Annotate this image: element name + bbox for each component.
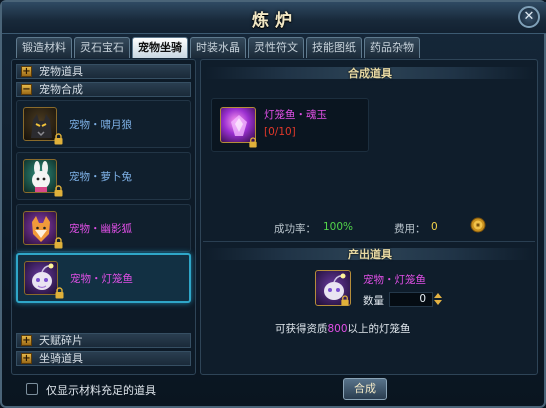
- rabbit-icon: [23, 159, 57, 193]
- output-header: 产出道具: [205, 244, 535, 264]
- tab-forging-materials[interactable]: 锻造材料: [16, 37, 72, 58]
- material-name: 灯笼鱼・魂玉: [264, 109, 327, 121]
- category-mount-items[interactable]: + 坐骑道具: [16, 351, 191, 366]
- output-description: 可获得资质800以上的灯笼鱼: [275, 321, 411, 336]
- desc-value: 800: [327, 323, 348, 335]
- expand-icon[interactable]: +: [21, 66, 32, 77]
- checkbox-label: 仅显示材料充足的道具: [46, 384, 156, 397]
- cost-value: 0: [431, 221, 438, 233]
- tab-pets-mounts[interactable]: 宠物坐骑: [132, 37, 188, 58]
- category-label: 宠物道具: [39, 65, 83, 78]
- success-rate-label: 成功率：: [274, 223, 316, 235]
- pet-name: 宠物・啸月狼: [69, 119, 132, 131]
- lock-icon: [54, 185, 63, 197]
- synthesis-panel: 合成道具 灯笼鱼・魂玉 [0/10] 成功率： 100% 费用： 0 产出道具 …: [200, 59, 538, 375]
- category-label: 天赋碎片: [39, 334, 83, 347]
- wolf-icon: [23, 107, 57, 141]
- synthesis-header: 合成道具: [205, 63, 535, 83]
- desc-suffix: 以上的灯笼鱼: [347, 323, 411, 335]
- cost-label: 费用：: [394, 223, 426, 235]
- desc-prefix: 可获得资质: [275, 323, 328, 335]
- synthesize-button[interactable]: 合成: [343, 378, 387, 400]
- fox-icon: [23, 211, 57, 245]
- tab-fashion-crystals[interactable]: 时装水晶: [190, 37, 246, 58]
- tab-skill-blueprints[interactable]: 技能图纸: [306, 37, 362, 58]
- pet-name: 宠物・灯笼鱼: [70, 273, 133, 285]
- title-bar: 炼炉 ✕: [2, 2, 546, 34]
- expand-icon[interactable]: +: [21, 353, 32, 364]
- tab-potions-misc[interactable]: 药品杂物: [364, 37, 420, 58]
- tab-runes[interactable]: 灵性符文: [248, 37, 304, 58]
- output-item-name: 宠物・灯笼鱼: [363, 274, 426, 286]
- list-item-fox[interactable]: 宠物・幽影狐: [16, 204, 191, 252]
- quantity-label: 数量: [363, 295, 384, 307]
- category-label: 宠物合成: [39, 83, 83, 96]
- quantity-field[interactable]: 0: [389, 292, 433, 307]
- pet-name: 宠物・萝卜兔: [69, 171, 132, 183]
- section-title: 合成道具: [348, 67, 392, 80]
- category-label: 坐骑道具: [39, 352, 83, 365]
- lock-icon: [249, 137, 257, 148]
- category-pet-synthesis[interactable]: − 宠物合成: [16, 82, 191, 97]
- lock-icon: [54, 237, 63, 249]
- window-title: 炼炉: [252, 11, 298, 31]
- category-talent-fragments[interactable]: + 天赋碎片: [16, 333, 191, 348]
- section-title: 产出道具: [348, 248, 392, 261]
- tab-gems[interactable]: 灵石宝石: [74, 37, 130, 58]
- category-pet-items[interactable]: + 宠物道具: [16, 64, 191, 79]
- recipe-list-panel: + 宠物道具 − 宠物合成 宠物・啸月狼 宠物・萝卜兔 宠物・幽影狐 宠物・灯笼…: [11, 59, 196, 375]
- close-icon[interactable]: ✕: [518, 6, 540, 28]
- gold-coin-icon: [470, 217, 486, 233]
- lantern-fish-icon: [24, 261, 58, 295]
- material-slot[interactable]: 灯笼鱼・魂玉 [0/10]: [211, 98, 369, 152]
- success-rate-value: 100%: [323, 221, 354, 233]
- lock-icon: [341, 295, 349, 306]
- show-sufficient-only-checkbox[interactable]: [26, 383, 38, 395]
- lock-icon: [55, 287, 64, 299]
- lock-icon: [54, 133, 63, 145]
- quantity-stepper[interactable]: [433, 292, 443, 306]
- collapse-icon[interactable]: −: [21, 84, 32, 95]
- bottom-bar: 仅显示材料充足的道具 合成: [2, 376, 546, 406]
- furnace-window: 炼炉 ✕ 锻造材料 灵石宝石 宠物坐骑 时装水晶 灵性符文 技能图纸 药品杂物 …: [0, 0, 546, 408]
- material-count: [0/10]: [264, 126, 296, 138]
- pet-name: 宠物・幽影狐: [69, 223, 132, 235]
- expand-icon[interactable]: +: [21, 335, 32, 346]
- divider: [203, 241, 535, 242]
- list-item-wolf[interactable]: 宠物・啸月狼: [16, 100, 191, 148]
- list-item-lantern-fish[interactable]: 宠物・灯笼鱼: [16, 253, 191, 303]
- tab-bar: 锻造材料 灵石宝石 宠物坐骑 时装水晶 灵性符文 技能图纸 药品杂物: [16, 37, 422, 58]
- list-item-rabbit[interactable]: 宠物・萝卜兔: [16, 152, 191, 200]
